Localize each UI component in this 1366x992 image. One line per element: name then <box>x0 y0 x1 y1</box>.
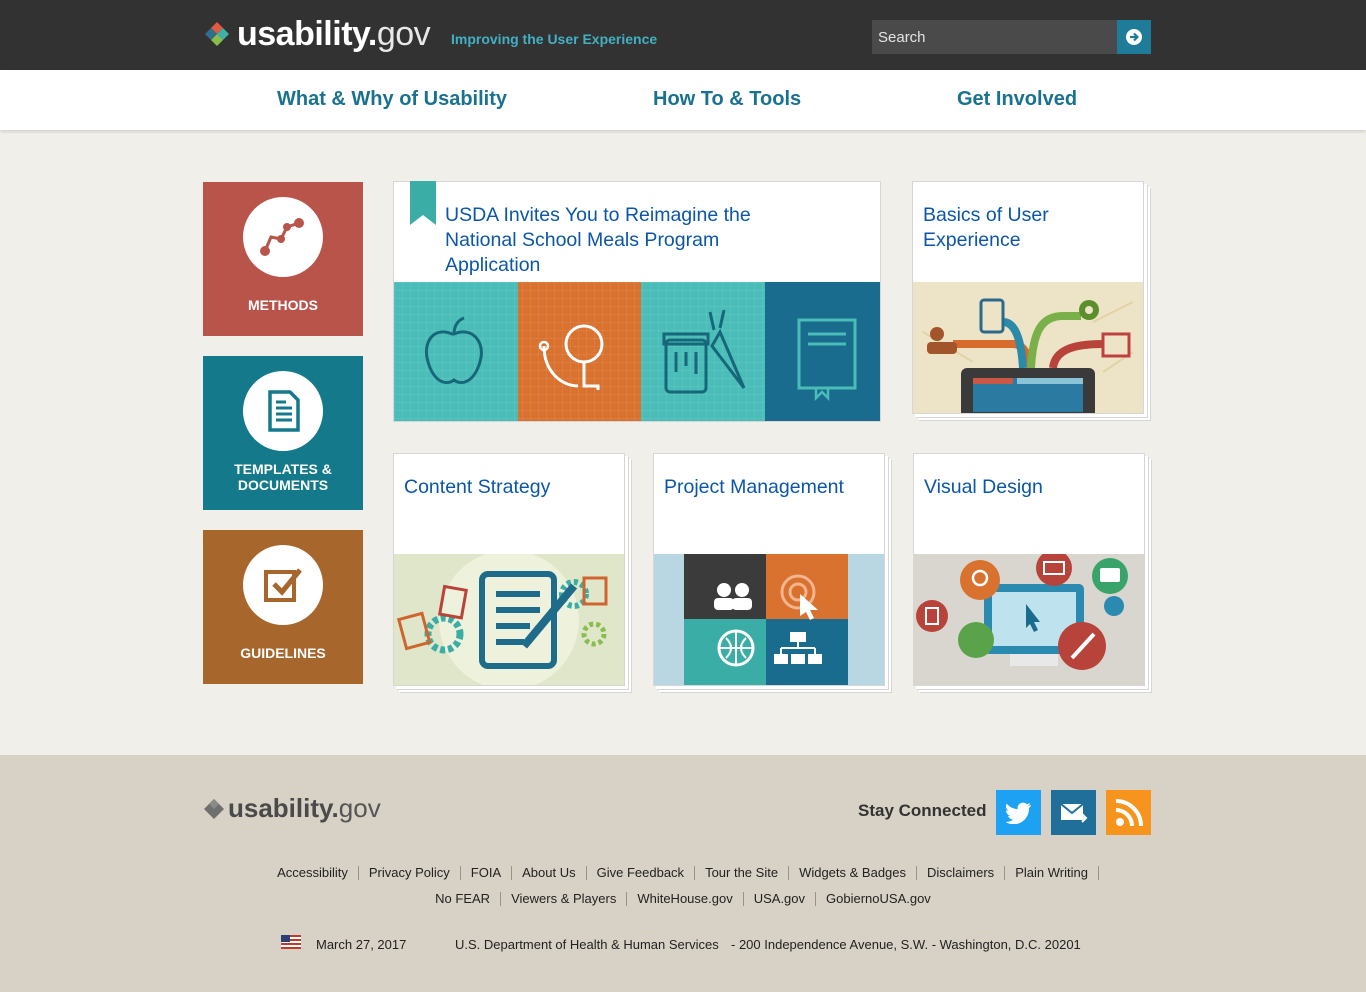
templates-documents-tile[interactable]: TEMPLATES & DOCUMENTS <box>203 356 363 510</box>
footer-link-gobiernousa[interactable]: GobiernoUSA.gov <box>816 892 941 906</box>
methods-label: METHODS <box>248 297 318 313</box>
logo-main-text: usability. <box>237 15 377 53</box>
featured-card-image <box>394 282 880 421</box>
logo-diamond-icon <box>203 20 231 48</box>
site-logo[interactable]: usability.gov <box>203 15 431 53</box>
email-subscribe-button[interactable] <box>1051 790 1096 835</box>
footer-links-row1: Accessibility Privacy Policy FOIA About Us G… <box>0 865 1366 880</box>
rss-button[interactable] <box>1106 790 1151 835</box>
footer-link-about[interactable]: About Us <box>512 866 587 880</box>
footer-link-foia[interactable]: FOIA <box>461 866 513 880</box>
visual-design-card-image <box>914 554 1144 685</box>
methods-tile[interactable]: METHODS <box>203 182 363 336</box>
basics-ux-card-image <box>913 282 1143 413</box>
footer-link-usagov[interactable]: USA.gov <box>744 892 817 906</box>
header-bar: usability.gov Improving the User Experie… <box>0 0 1366 70</box>
visual-design-card[interactable]: Visual Design <box>913 453 1145 686</box>
footer-link-privacy[interactable]: Privacy Policy <box>359 866 461 880</box>
us-flag-icon <box>281 935 301 949</box>
tagline: Improving the User Experience <box>451 31 658 47</box>
arrow-right-circle-icon <box>1126 29 1142 45</box>
footer-links-row2: No FEAR Viewers & Players WhiteHouse.gov US… <box>0 891 1366 906</box>
footer-link-widgets[interactable]: Widgets & Badges <box>789 866 918 880</box>
rss-icon <box>1115 798 1143 826</box>
search-button[interactable] <box>1117 20 1151 54</box>
document-icon <box>243 371 323 451</box>
footer-link-accessibility[interactable]: Accessibility <box>267 866 359 880</box>
featured-card-title[interactable]: USDA Invites You to Reimagine the Nation… <box>445 203 805 278</box>
footer-logo[interactable]: usability.gov <box>203 793 381 824</box>
footer-link-feedback[interactable]: Give Feedback <box>587 866 696 880</box>
footer-link-plain-writing[interactable]: Plain Writing <box>1005 866 1099 880</box>
footer-logo-gov: gov <box>338 793 381 823</box>
featured-card[interactable]: USDA Invites You to Reimagine the Nation… <box>393 181 881 422</box>
guidelines-tile[interactable]: GUIDELINES <box>203 530 363 684</box>
project-management-card-title[interactable]: Project Management <box>664 475 879 500</box>
footer-link-no-fear[interactable]: No FEAR <box>425 892 502 906</box>
logo-diamond-gray-icon <box>204 798 224 819</box>
footer-link-disclaimers[interactable]: Disclaimers <box>917 866 1006 880</box>
templates-documents-label: TEMPLATES & DOCUMENTS <box>234 461 332 493</box>
twitter-button[interactable] <box>996 790 1041 835</box>
basics-ux-card-title[interactable]: Basics of User Experience <box>923 203 1123 253</box>
footer-link-whitehouse[interactable]: WhiteHouse.gov <box>627 892 744 906</box>
last-updated-date: March 27, 2017 <box>316 937 407 952</box>
hhs-address: - 200 Independence Avenue, S.W. - Washin… <box>731 937 1081 952</box>
bookmark-ribbon-icon <box>410 181 436 225</box>
search-input[interactable] <box>872 20 1118 54</box>
footer-link-tour[interactable]: Tour the Site <box>695 866 790 880</box>
basics-ux-card[interactable]: Basics of User Experience <box>912 181 1144 414</box>
project-management-card-image <box>654 554 884 685</box>
twitter-icon <box>1005 802 1031 824</box>
content-strategy-card[interactable]: Content Strategy <box>393 453 625 686</box>
project-management-card[interactable]: Project Management <box>653 453 885 686</box>
checkbox-icon <box>243 545 323 625</box>
logo-gov-text: gov <box>376 15 431 53</box>
email-icon <box>1059 802 1087 823</box>
guidelines-label: GUIDELINES <box>240 645 326 661</box>
footer-link-viewers[interactable]: Viewers & Players <box>501 892 628 906</box>
footer: usability.gov Stay Connected Accessibili… <box>0 755 1366 992</box>
nav-how-to-tools[interactable]: How To & Tools <box>653 88 801 111</box>
nav-what-why[interactable]: What & Why of Usability <box>277 88 507 111</box>
nav-get-involved[interactable]: Get Involved <box>957 88 1077 111</box>
hhs-link[interactable]: U.S. Department of Health & Human Servic… <box>455 937 719 952</box>
visual-design-card-title[interactable]: Visual Design <box>924 475 1124 500</box>
content-strategy-card-title[interactable]: Content Strategy <box>404 475 614 500</box>
methods-graph-icon <box>243 197 323 277</box>
main-nav: What & Why of Usability How To & Tools G… <box>0 70 1366 130</box>
content-strategy-card-image <box>394 554 624 685</box>
footer-logo-main: usability. <box>228 793 339 823</box>
stay-connected-label: Stay Connected <box>858 801 987 820</box>
